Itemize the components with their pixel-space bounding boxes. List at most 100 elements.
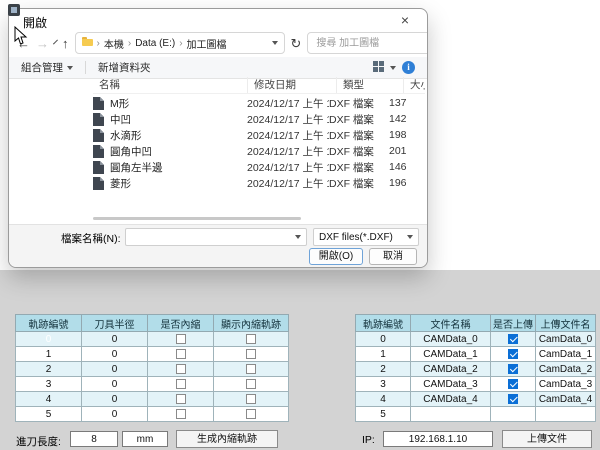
cell-upload[interactable] <box>491 377 536 392</box>
cell-upload[interactable] <box>491 347 536 362</box>
filetype-combobox[interactable]: DXF files(*.DXF) <box>313 228 419 246</box>
cell-track-id[interactable]: 3 <box>16 377 82 392</box>
cell-file-name[interactable]: CAMData_4 <box>411 392 491 407</box>
cell-inset[interactable] <box>148 407 214 422</box>
file-row[interactable]: 圓角中凹 2024/12/17 上午 11:45 DXF 檔案 201 <box>93 143 425 159</box>
cell-track-id[interactable]: 0 <box>16 332 82 347</box>
cell-show-inset[interactable] <box>214 377 289 392</box>
inset-checkbox[interactable] <box>176 364 186 374</box>
cell-show-inset[interactable] <box>214 362 289 377</box>
upload-checkbox[interactable] <box>508 394 518 404</box>
show-inset-checkbox[interactable] <box>246 334 256 344</box>
cell-track-id[interactable]: 4 <box>16 392 82 407</box>
views-icon[interactable] <box>373 61 384 75</box>
file-row[interactable]: 菱形 2024/12/17 上午 11:43 DXF 檔案 196 <box>93 175 425 191</box>
cell-file-name[interactable] <box>411 407 491 422</box>
cell-track-id[interactable]: 1 <box>16 347 82 362</box>
ip-input[interactable]: 192.168.1.10 <box>383 431 493 447</box>
cell-show-inset[interactable] <box>214 392 289 407</box>
cell-file-name[interactable]: CAMData_1 <box>411 347 491 362</box>
file-row[interactable]: 圓角左半邊 2024/12/17 上午 11:44 DXF 檔案 146 <box>93 159 425 175</box>
upload-checkbox[interactable] <box>508 334 518 344</box>
cell-upload-name[interactable]: CamData_3 <box>536 377 596 392</box>
show-inset-checkbox[interactable] <box>246 409 256 419</box>
breadcrumb-drive[interactable]: Data (E:) <box>135 38 175 49</box>
column-header-type[interactable]: 類型 <box>337 77 404 93</box>
cell-show-inset[interactable] <box>214 407 289 422</box>
cell-upload-name[interactable]: CamData_0 <box>536 332 596 347</box>
column-header-date[interactable]: 修改日期 <box>248 77 337 93</box>
address-dropdown-icon[interactable] <box>272 41 278 45</box>
file-row[interactable]: 中凹 2024/12/17 上午 11:44 DXF 檔案 142 <box>93 111 425 127</box>
cell-track-id[interactable]: 3 <box>356 377 411 392</box>
cell-tool-radius[interactable]: 0 <box>82 407 148 422</box>
cell-tool-radius[interactable]: 0 <box>82 392 148 407</box>
column-header-name[interactable]: 名稱 <box>93 77 248 93</box>
cell-upload-name[interactable]: CamData_1 <box>536 347 596 362</box>
cell-track-id[interactable]: 5 <box>16 407 82 422</box>
cell-upload[interactable] <box>491 407 536 422</box>
cell-show-inset[interactable] <box>214 332 289 347</box>
cell-upload-name[interactable]: CamData_2 <box>536 362 596 377</box>
cell-tool-radius[interactable]: 0 <box>82 332 148 347</box>
cancel-button[interactable]: 取消 <box>369 248 417 265</box>
cell-tool-radius[interactable]: 0 <box>82 362 148 377</box>
horizontal-scrollbar[interactable] <box>93 217 301 220</box>
cell-inset[interactable] <box>148 392 214 407</box>
cell-tool-radius[interactable]: 0 <box>82 377 148 392</box>
cell-upload-name[interactable] <box>536 407 596 422</box>
cell-tool-radius[interactable]: 0 <box>82 347 148 362</box>
up-icon[interactable]: ↑ <box>62 37 69 50</box>
filename-combobox[interactable] <box>125 228 307 246</box>
inset-checkbox[interactable] <box>176 349 186 359</box>
show-inset-checkbox[interactable] <box>246 379 256 389</box>
inset-checkbox[interactable] <box>176 334 186 344</box>
info-icon[interactable]: i <box>402 61 415 74</box>
inset-checkbox[interactable] <box>176 409 186 419</box>
upload-checkbox[interactable] <box>508 379 518 389</box>
cell-track-id[interactable]: 5 <box>356 407 411 422</box>
cell-track-id[interactable]: 2 <box>356 362 411 377</box>
cell-inset[interactable] <box>148 362 214 377</box>
address-bar[interactable]: › 本機 › Data (E:) › 加工圖檔 <box>75 32 285 54</box>
cell-upload[interactable] <box>491 362 536 377</box>
close-icon[interactable]: × <box>391 11 419 29</box>
cell-file-name[interactable]: CAMData_2 <box>411 362 491 377</box>
cell-file-name[interactable]: CAMData_3 <box>411 377 491 392</box>
cell-upload-name[interactable]: CamData_4 <box>536 392 596 407</box>
cell-track-id[interactable]: 4 <box>356 392 411 407</box>
views-dropdown-icon[interactable] <box>390 66 396 70</box>
refresh-icon[interactable]: ↻ <box>291 37 302 50</box>
inset-checkbox[interactable] <box>176 379 186 389</box>
upload-checkbox[interactable] <box>508 349 518 359</box>
forward-icon[interactable]: → <box>36 37 49 50</box>
chevron-down-icon[interactable] <box>53 39 58 44</box>
search-input[interactable] <box>314 37 428 50</box>
show-inset-checkbox[interactable] <box>246 364 256 374</box>
inset-checkbox[interactable] <box>176 394 186 404</box>
feed-length-input[interactable]: 8 <box>70 431 118 447</box>
cell-upload[interactable] <box>491 392 536 407</box>
cell-upload[interactable] <box>491 332 536 347</box>
cell-inset[interactable] <box>148 377 214 392</box>
show-inset-checkbox[interactable] <box>246 394 256 404</box>
breadcrumb-folder[interactable]: 加工圖檔 <box>187 36 227 51</box>
file-row[interactable]: 水滴形 2024/12/17 上午 11:46 DXF 檔案 198 <box>93 127 425 143</box>
show-inset-checkbox[interactable] <box>246 349 256 359</box>
organize-button[interactable]: 組合管理 <box>21 60 73 75</box>
generate-inset-button[interactable]: 生成內縮軌跡 <box>176 430 278 448</box>
cell-track-id[interactable]: 0 <box>356 332 411 347</box>
upload-checkbox[interactable] <box>508 364 518 374</box>
cell-track-id[interactable]: 1 <box>356 347 411 362</box>
breadcrumb-this-pc[interactable]: 本機 <box>104 36 124 51</box>
cell-inset[interactable] <box>148 332 214 347</box>
upload-file-button[interactable]: 上傳文件 <box>502 430 592 448</box>
open-button[interactable]: 開啟(O) <box>309 248 363 265</box>
cell-file-name[interactable]: CAMData_0 <box>411 332 491 347</box>
new-folder-button[interactable]: 新增資料夾 <box>98 60 151 75</box>
search-box[interactable] <box>307 32 428 54</box>
cell-show-inset[interactable] <box>214 347 289 362</box>
column-header-size[interactable]: 大小 <box>404 77 425 93</box>
cell-track-id[interactable]: 2 <box>16 362 82 377</box>
file-row[interactable]: M形 2024/12/17 上午 11:45 DXF 檔案 137 <box>93 95 425 111</box>
